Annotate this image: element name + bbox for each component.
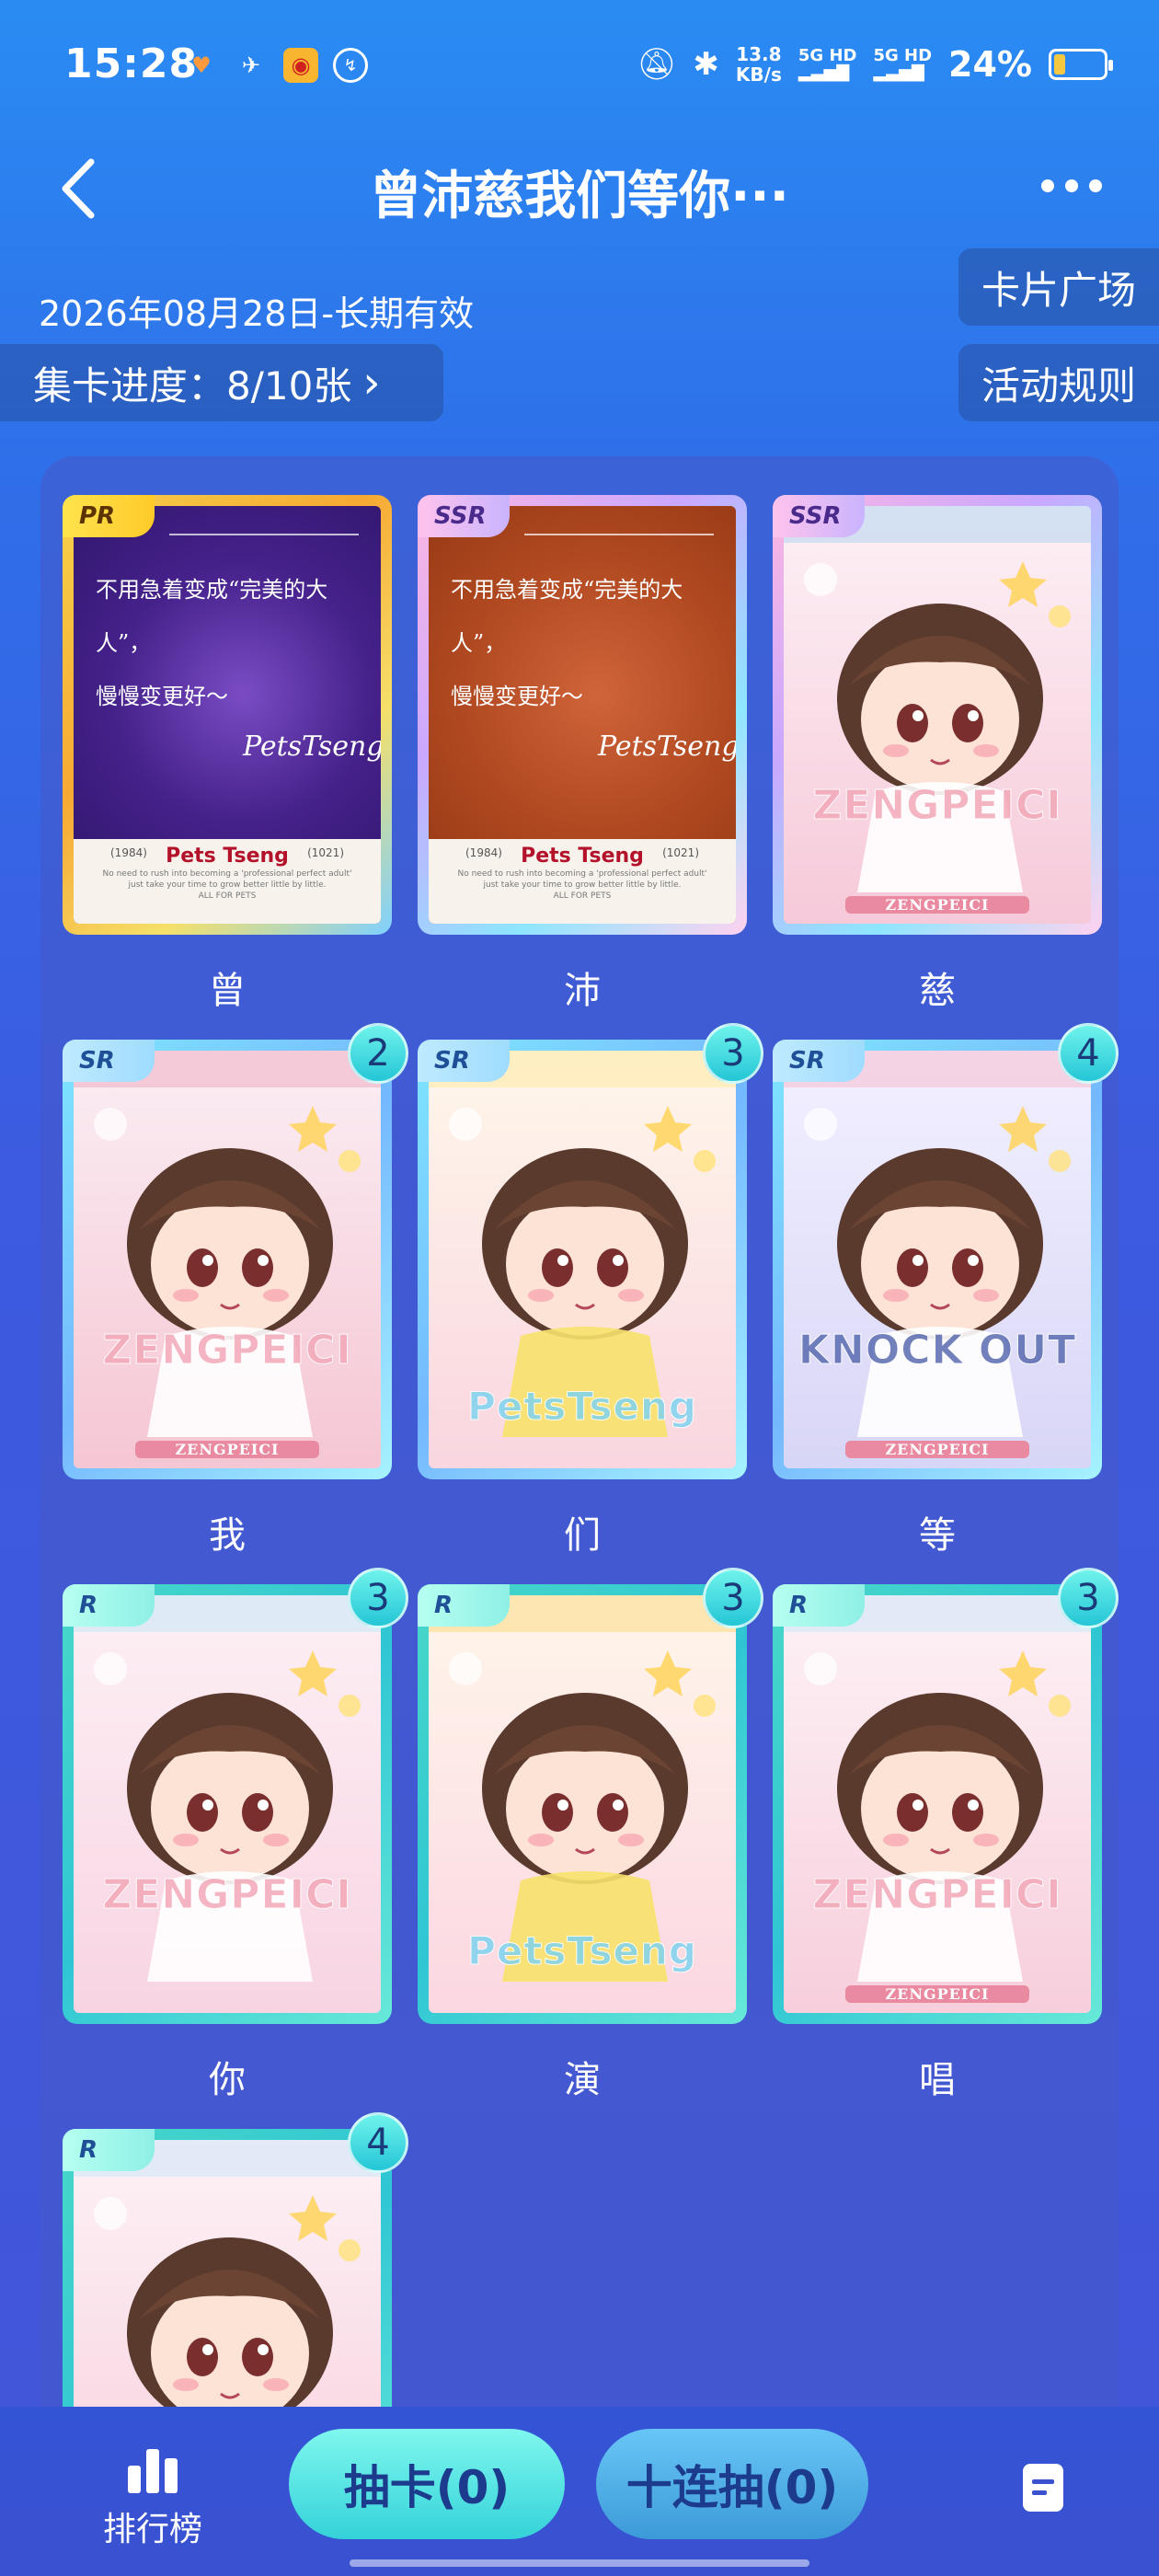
rarity-badge: SR [418,1040,510,1082]
collect-card[interactable]: PR 不用急着变成“完美的大人”， 慢慢变更好～ PetsTseng (1984) (10… [63,495,392,935]
card-label: 你 [209,2059,246,2101]
collect-card[interactable]: SR 4 KNOCK OUT ZENGPEICI [773,1023,1119,1479]
home-indicator [350,2559,809,2567]
card-banner-text: ZENGPEICI [812,782,1062,830]
signature: PetsTseng [243,730,381,763]
card-label: 唱 [919,2059,956,2101]
card-artwork: ZENGPEICI ZENGPEICI [784,1595,1091,2013]
card-slot: R 4ZENGPEICI [63,2112,408,2407]
collect-card[interactable]: R 3 ZENGPEICI ZENGPEICI [773,1568,1119,2024]
card-label: 等 [919,1514,956,1557]
card-count-badge: 3 [1058,1568,1119,1628]
collect-card[interactable]: R 3 PetsTseng [418,1568,763,2024]
collect-card[interactable]: R 3 ZENGPEICI [63,1568,408,2024]
card-count-badge: 3 [703,1023,763,1084]
card-banner-text: ZENGPEICI [102,1871,352,1919]
letter-line: 慢慢变更好～ [451,684,583,709]
card-artwork: PetsTseng [429,1051,736,1468]
rarity-badge: PR [63,495,155,537]
card-slot: SR 3 PetsTseng 们 [418,1023,763,1558]
rarity-badge: SSR [773,495,865,537]
card-grid: PR 不用急着变成“完美的大人”， 慢慢变更好～ PetsTseng (1984) (10… [0,0,1159,2407]
card-slot: SR 2 ZENGPEICI ZENGPEICI 我 [63,1023,408,1558]
signature: PetsTseng [598,730,736,763]
letter-line: 不用急着变成“完美的大人”， [96,577,328,656]
rarity-badge: R [63,2129,155,2171]
card-footer-text: ZENGPEICI [844,896,1030,914]
chibi-illustration [74,2140,381,2407]
letter-line: 慢慢变更好～ [96,684,228,709]
card-count-badge: 3 [703,1568,763,1628]
card-slot: SSR ZENGPEICI ZENGPEICI 慈 [773,495,1102,1014]
card-footer-text: ZENGPEICI [134,1441,320,1458]
collect-card[interactable]: SR 2 ZENGPEICI ZENGPEICI [63,1023,408,1479]
card-count-badge: 2 [348,1023,408,1084]
card-artwork: PetsTseng [429,1595,736,2013]
card-slot: PR 不用急着变成“完美的大人”， 慢慢变更好～ PetsTseng (1984) (10… [63,495,392,1014]
chibi-illustration [74,1051,381,1437]
card-banner-text: ZENGPEICI [102,1327,352,1374]
collect-card[interactable]: SSR 不用急着变成“完美的大人”， 慢慢变更好～ PetsTseng (1984) (1… [418,495,747,935]
letter-footer: (1984) (1021) Pets Tseng No need to rush in… [429,839,736,924]
letter-footer: (1984) (1021) Pets Tseng No need to rush in… [74,839,381,924]
card-slot: R 3 ZENGPEICI 你 [63,1568,408,2103]
draw-card-button[interactable]: 抽卡(0) [289,2429,565,2539]
card-banner-text: KNOCK OUT [798,1327,1077,1374]
card-count-badge: 3 [348,1568,408,1628]
card-count-badge: 4 [348,2112,408,2173]
rarity-badge: SR [63,1040,155,1082]
card-count-badge: 4 [1058,1023,1119,1084]
card-artwork: ZENGPEICI ZENGPEICI [784,506,1091,924]
collect-card[interactable]: R 4ZENGPEICI [63,2112,408,2407]
card-label: 慈 [919,970,956,1012]
card-artwork: KNOCK OUT ZENGPEICI [784,1051,1091,1468]
rarity-badge: SR [773,1040,865,1082]
letter-line: 不用急着变成“完美的大人”， [451,577,683,656]
card-artwork: 不用急着变成“完美的大人”， 慢慢变更好～ PetsTseng (1984) (1021… [74,506,381,924]
card-slot: R 3 ZENGPEICI ZENGPEICI 唱 [773,1568,1119,2103]
card-artwork: ZENGPEICI ZENGPEICI [74,1051,381,1468]
card-footer-text: ZENGPEICI [844,1441,1030,1458]
card-banner-text: PetsTseng [467,1384,697,1430]
rarity-badge: SSR [418,495,510,537]
bottom-bar: 排行榜 抽卡(0) 十连抽(0) [0,2407,1159,2576]
leaderboard-button[interactable]: 排行榜 [88,2444,217,2550]
chibi-illustration [784,1595,1091,1982]
card-label: 演 [564,2059,601,2101]
card-slot: SSR 不用急着变成“完美的大人”， 慢慢变更好～ PetsTseng (1984) (1… [418,495,747,1014]
card-artwork: 不用急着变成“完美的大人”， 慢慢变更好～ PetsTseng (1984) (1021… [429,506,736,924]
card-slot: SR 4 KNOCK OUT ZENGPEICI 等 [773,1023,1119,1558]
card-label: 沛 [564,970,601,1012]
card-label: 们 [564,1514,601,1557]
document-icon[interactable] [1023,2464,1063,2512]
ten-draw-button[interactable]: 十连抽(0) [596,2429,868,2539]
card-banner-text: PetsTseng [467,1928,697,1974]
chibi-illustration [784,1051,1091,1437]
card-label: 我 [209,1514,246,1557]
rarity-badge: R [63,1584,155,1627]
collect-card[interactable]: SSR ZENGPEICI ZENGPEICI [773,495,1102,935]
card-artwork: ZENGPEICI [74,2140,381,2407]
chibi-illustration [784,506,1091,892]
rarity-badge: R [773,1584,865,1627]
card-slot: R 3 PetsTseng 演 [418,1568,763,2103]
card-banner-text: ZENGPEICI [812,1871,1062,1919]
card-artwork: ZENGPEICI [74,1595,381,2013]
leaderboard-label: 排行榜 [102,2511,202,2548]
chibi-illustration [74,1595,381,1982]
card-footer-text: ZENGPEICI [844,1985,1030,2003]
rarity-badge: R [418,1584,510,1627]
leaderboard-icon [88,2444,217,2493]
collect-card[interactable]: SR 3 PetsTseng [418,1023,763,1479]
card-label: 曾 [209,970,246,1012]
